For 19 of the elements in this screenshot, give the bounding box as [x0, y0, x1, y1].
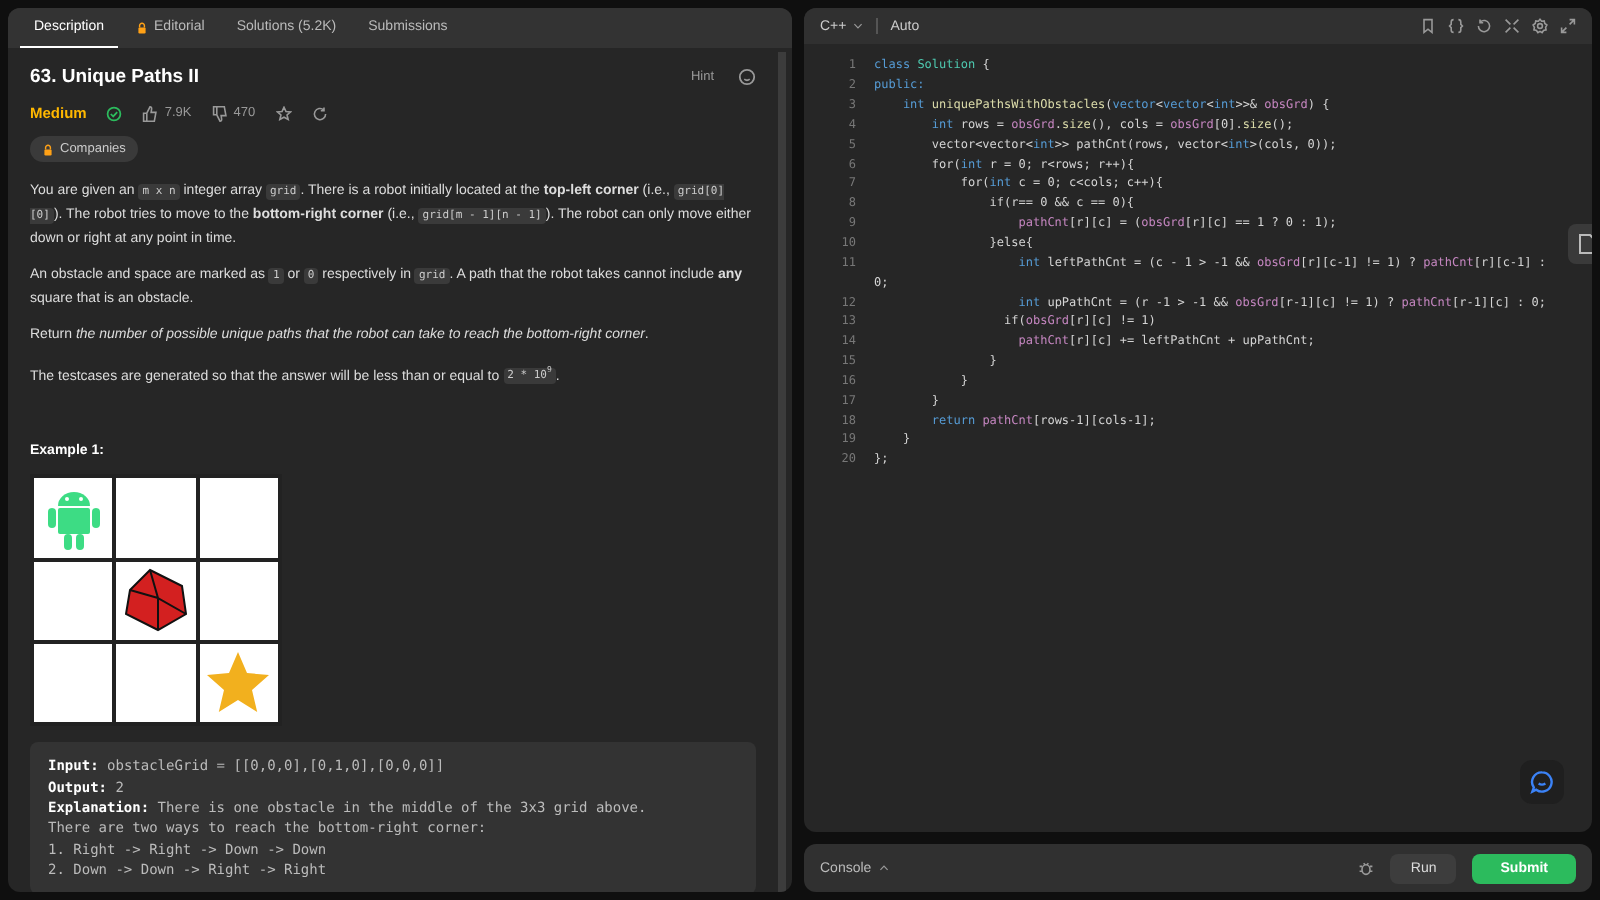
reset-icon[interactable] — [1476, 18, 1492, 34]
note-icon — [1577, 234, 1592, 254]
braces-icon[interactable] — [1448, 18, 1464, 34]
star-outline-icon[interactable] — [275, 105, 292, 121]
chevron-up-icon — [877, 862, 890, 874]
smiley-icon[interactable] — [738, 68, 756, 86]
chat-icon — [1530, 770, 1554, 794]
shrink-icon[interactable] — [1504, 18, 1520, 34]
chevron-down-icon — [852, 20, 865, 32]
problem-title: 63. Unique Paths II — [30, 66, 199, 88]
expand-icon[interactable] — [1560, 18, 1576, 34]
bug-icon[interactable] — [1358, 860, 1375, 876]
thumbs-up-icon — [142, 105, 159, 121]
feedback-button[interactable] — [1520, 760, 1564, 804]
share-icon[interactable] — [311, 105, 328, 121]
thumbs-down-icon — [211, 105, 228, 121]
bookmark-icon[interactable] — [1420, 18, 1436, 34]
settings-icon[interactable] — [1532, 18, 1548, 34]
lock-icon — [42, 143, 54, 155]
